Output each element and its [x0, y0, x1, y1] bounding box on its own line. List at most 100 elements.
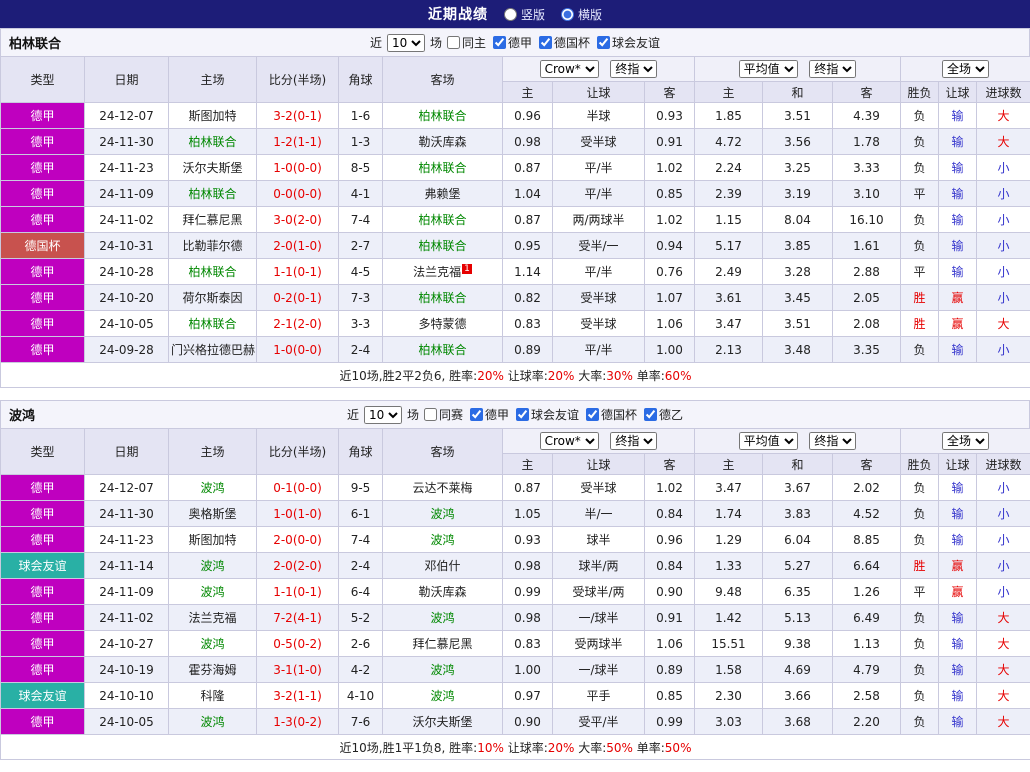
corner-cell: 6-1: [339, 501, 383, 527]
euro-time-select[interactable]: 终指: [809, 432, 856, 450]
aa-cell: 0.84: [645, 553, 695, 579]
ed-cell: 3.68: [763, 709, 833, 735]
result-cell: 负: [901, 475, 939, 501]
recent-count-select[interactable]: 10: [364, 406, 402, 424]
euro-time-select[interactable]: 终指: [809, 60, 856, 78]
result-cell: 平: [901, 259, 939, 285]
date-cell: 24-11-23: [85, 155, 169, 181]
ed-cell: 3.28: [763, 259, 833, 285]
home-cell: 波鸿: [169, 631, 257, 657]
col-asian-home: 主: [503, 82, 553, 103]
result-cell: 负: [901, 129, 939, 155]
asian-company-select[interactable]: Crow*: [540, 60, 599, 78]
scope-select[interactable]: 全场: [942, 432, 989, 450]
line-cell: 平/半: [553, 155, 645, 181]
goals-cell: 大: [977, 311, 1030, 337]
aa-cell: 0.91: [645, 605, 695, 631]
line-cell: 平/半: [553, 337, 645, 363]
games-label: 场: [430, 34, 442, 51]
ah-cell: 1.04: [503, 181, 553, 207]
asian-odds-dropdowns: Crow* 终指: [503, 57, 695, 82]
filter-checkbox[interactable]: 德国杯: [539, 34, 590, 51]
away-cell: 法兰克福1: [383, 259, 503, 285]
filter-checkbox-input[interactable]: [644, 408, 657, 421]
result-cell: 负: [901, 207, 939, 233]
col-corner: 角球: [339, 429, 383, 475]
vertical-radio[interactable]: [504, 8, 517, 21]
radio-horizontal[interactable]: 横版: [561, 6, 602, 23]
filter-checkbox[interactable]: 球会友谊: [516, 406, 579, 423]
ea-cell: 1.78: [833, 129, 901, 155]
date-cell: 24-12-07: [85, 475, 169, 501]
aa-cell: 1.00: [645, 337, 695, 363]
euro-company-select[interactable]: 平均值: [739, 60, 798, 78]
recent-results-table: 类型 日期 主场 比分(半场) 角球 客场 Crow* 终指 平均值 终指 全场: [0, 428, 1030, 760]
filter-checkbox-input[interactable]: [586, 408, 599, 421]
horizontal-radio[interactable]: [561, 8, 574, 21]
date-cell: 24-11-09: [85, 181, 169, 207]
eh-cell: 1.85: [695, 103, 763, 129]
ea-cell: 1.13: [833, 631, 901, 657]
match-row: 德甲24-10-19霍芬海姆3-1(1-0)4-2波鸿1.00一/球半0.891…: [1, 657, 1030, 683]
ah-cell: 0.93: [503, 527, 553, 553]
filter-checkbox-input[interactable]: [493, 36, 506, 49]
eh-cell: 3.61: [695, 285, 763, 311]
score-cell: 2-1(2-0): [257, 311, 339, 337]
line-cell: 一/球半: [553, 605, 645, 631]
filter-checkbox[interactable]: 德乙: [644, 406, 683, 423]
filter-checkbox[interactable]: 德国杯: [586, 406, 637, 423]
aa-cell: 0.91: [645, 129, 695, 155]
games-label: 场: [407, 406, 419, 423]
match-row: 德甲24-11-23沃尔夫斯堡1-0(0-0)8-5柏林联合0.87平/半1.0…: [1, 155, 1030, 181]
filter-checkbox-input[interactable]: [470, 408, 483, 421]
euro-odds-dropdowns: 平均值 终指: [695, 429, 901, 454]
asian-time-select[interactable]: 终指: [610, 60, 657, 78]
filter-checkbox-input[interactable]: [424, 408, 437, 421]
filter-checkbox-input[interactable]: [597, 36, 610, 49]
col-handicap-result: 让球: [939, 454, 977, 475]
line-cell: 受两球半: [553, 631, 645, 657]
filter-checkbox[interactable]: 德甲: [493, 34, 532, 51]
score-cell: 1-0(1-0): [257, 501, 339, 527]
filter-checkbox-input[interactable]: [516, 408, 529, 421]
recent-count-select[interactable]: 10: [387, 34, 425, 52]
filter-checkbox-input[interactable]: [539, 36, 552, 49]
filter-checkbox-input[interactable]: [447, 36, 460, 49]
filter-checkbox[interactable]: 同赛: [424, 406, 463, 423]
hres-cell: 赢: [939, 285, 977, 311]
score-cell: 0-2(0-1): [257, 285, 339, 311]
col-home: 主场: [169, 57, 257, 103]
ea-cell: 8.85: [833, 527, 901, 553]
ah-cell: 0.95: [503, 233, 553, 259]
aa-cell: 1.02: [645, 207, 695, 233]
ea-cell: 6.64: [833, 553, 901, 579]
col-euro-away: 客: [833, 454, 901, 475]
corner-cell: 2-7: [339, 233, 383, 259]
scope-select[interactable]: 全场: [942, 60, 989, 78]
asian-time-select[interactable]: 终指: [610, 432, 657, 450]
filter-checkbox[interactable]: 同主: [447, 34, 486, 51]
goals-cell: 小: [977, 579, 1030, 605]
type-cell: 德甲: [1, 709, 85, 735]
eh-cell: 1.33: [695, 553, 763, 579]
corner-cell: 4-10: [339, 683, 383, 709]
asian-company-select[interactable]: Crow*: [540, 432, 599, 450]
hres-cell: 输: [939, 103, 977, 129]
euro-company-select[interactable]: 平均值: [739, 432, 798, 450]
match-row: 德甲24-10-05波鸿1-3(0-2)7-6沃尔夫斯堡0.90受平/半0.99…: [1, 709, 1030, 735]
hres-cell: 输: [939, 527, 977, 553]
radio-vertical[interactable]: 竖版: [504, 6, 545, 23]
ah-cell: 0.98: [503, 129, 553, 155]
filter-checkbox[interactable]: 德甲: [470, 406, 509, 423]
aa-cell: 0.76: [645, 259, 695, 285]
eh-cell: 1.58: [695, 657, 763, 683]
goals-cell: 大: [977, 103, 1030, 129]
aa-cell: 1.02: [645, 155, 695, 181]
result-cell: 负: [901, 631, 939, 657]
type-cell: 德甲: [1, 285, 85, 311]
hres-cell: 输: [939, 155, 977, 181]
score-cell: 0-0(0-0): [257, 181, 339, 207]
match-row: 德甲24-11-09柏林联合0-0(0-0)4-1弗赖堡1.04平/半0.852…: [1, 181, 1030, 207]
filter-checkbox[interactable]: 球会友谊: [597, 34, 660, 51]
recent-results-table: 类型 日期 主场 比分(半场) 角球 客场 Crow* 终指 平均值 终指 全场: [0, 56, 1030, 388]
